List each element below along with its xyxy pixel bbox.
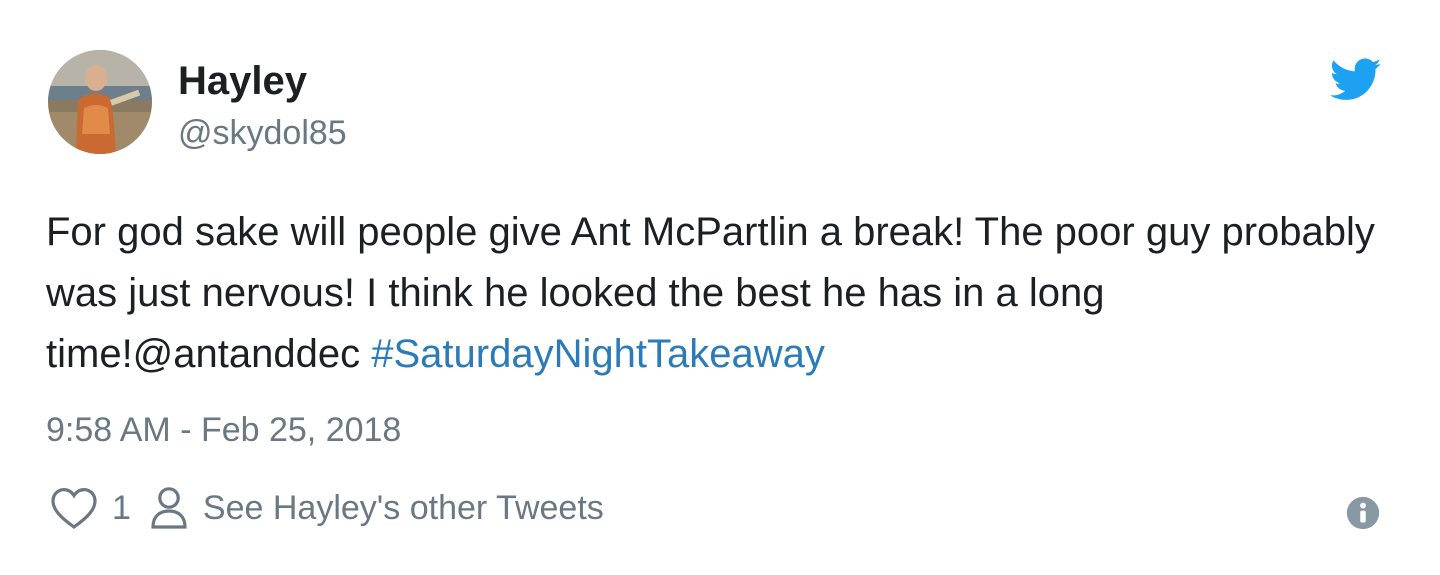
twitter-bird-icon[interactable] <box>1330 58 1382 102</box>
avatar-photo <box>48 50 152 154</box>
person-icon[interactable] <box>149 486 189 530</box>
tweet-actions: 1 See Hayley's other Tweets <box>50 484 604 532</box>
user-handle[interactable]: @skydol85 <box>178 113 347 153</box>
see-other-tweets-link[interactable]: See Hayley's other Tweets <box>203 489 604 528</box>
tweet-text: For god sake will people give Ant McPart… <box>46 202 1406 385</box>
tweet-timestamp[interactable]: 9:58 AM - Feb 25, 2018 <box>46 410 401 450</box>
tweet-card: Hayley @skydol85 For god sake will peopl… <box>0 0 1440 575</box>
info-icon[interactable] <box>1346 496 1380 530</box>
heart-icon[interactable] <box>50 486 98 530</box>
like-count[interactable]: 1 <box>112 489 131 528</box>
display-name[interactable]: Hayley <box>178 58 307 104</box>
avatar[interactable] <box>48 50 152 154</box>
hashtag-link[interactable]: #SaturdayNightTakeaway <box>371 332 825 376</box>
